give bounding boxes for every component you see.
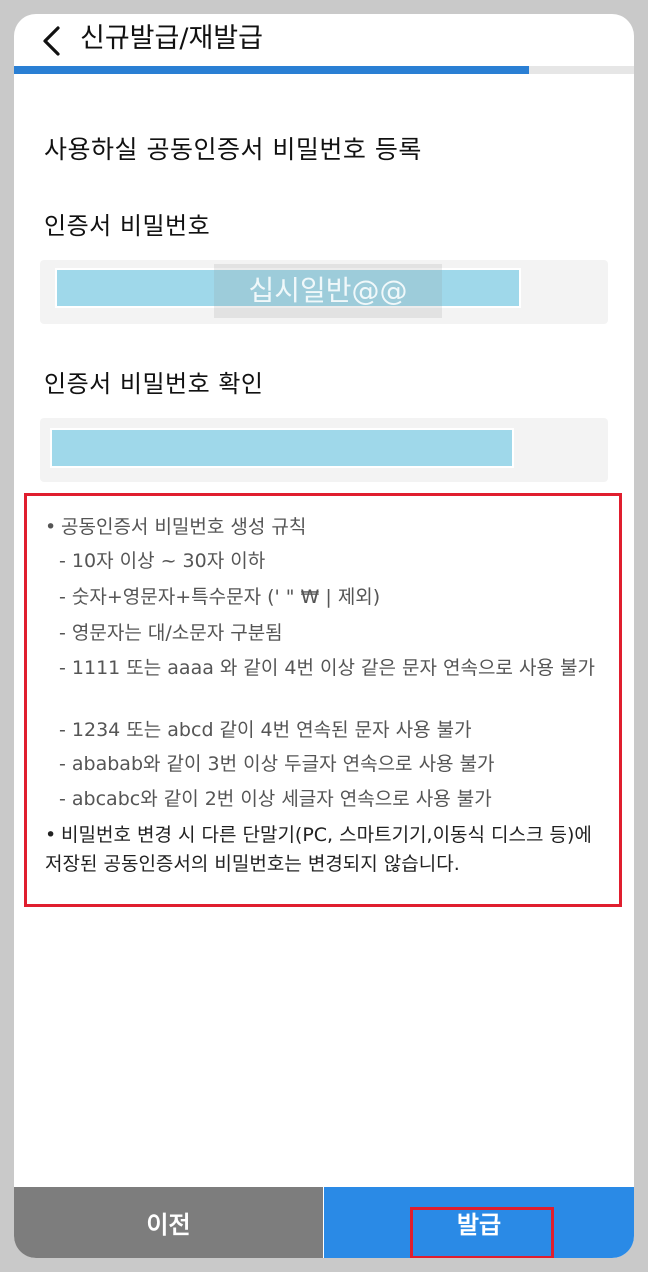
bullet-icon: • xyxy=(45,824,57,846)
confirm-password-input[interactable] xyxy=(40,418,608,482)
issue-highlight-box xyxy=(410,1207,554,1258)
rule-item: - 1234 또는 abcd 같이 4번 연속된 문자 사용 불가 xyxy=(59,719,472,741)
page-title: 신규발급/재발급 xyxy=(80,23,263,54)
rule-item: - 숫자+영문자+특수문자 (' " ₩ | 제외) xyxy=(59,586,381,608)
app-screen: 신규발급/재발급 사용하실 공동인증서 비밀번호 등록 인증서 비밀번호 십시일… xyxy=(14,14,634,1258)
progress-bar xyxy=(14,66,634,74)
password-label: 인증서 비밀번호 xyxy=(44,212,211,240)
password-change-notice: • 비밀번호 변경 시 다른 단말기(PC, 스마트기기,이동식 디스크 등)에 … xyxy=(45,821,615,879)
rule-item: - 영문자는 대/소문자 구분됨 xyxy=(59,622,283,644)
password-rules-box: • 공동인증서 비밀번호 생성 규칙 - 10자 이상 ~ 30자 이하 - 숫자… xyxy=(24,493,622,907)
chevron-left-icon xyxy=(43,26,60,56)
header-bar: 신규발급/재발급 xyxy=(14,14,634,66)
rules-heading: • 공동인증서 비밀번호 생성 규칙 xyxy=(45,516,307,538)
confirm-input-filled xyxy=(50,428,514,468)
confirm-password-label: 인증서 비밀번호 확인 xyxy=(44,370,264,398)
progress-fill xyxy=(14,66,529,74)
rule-item: - ababab와 같이 3번 이상 두글자 연속으로 사용 불가 xyxy=(59,753,495,775)
rule-item: - abcabc와 같이 2번 이상 세글자 연속으로 사용 불가 xyxy=(59,788,492,810)
rule-item: - 1111 또는 aaaa 와 같이 4번 이상 같은 문자 연속으로 사용 … xyxy=(59,657,595,679)
rule-item: - 10자 이상 ~ 30자 이하 xyxy=(59,550,266,572)
bullet-icon: • xyxy=(45,516,57,538)
prev-button[interactable]: 이전 xyxy=(14,1187,323,1258)
bottom-action-bar: 이전 발급 xyxy=(14,1187,634,1258)
back-button[interactable] xyxy=(36,22,70,60)
section-title: 사용하실 공동인증서 비밀번호 등록 xyxy=(44,135,422,164)
watermark: 십시일반@@ xyxy=(214,264,442,318)
